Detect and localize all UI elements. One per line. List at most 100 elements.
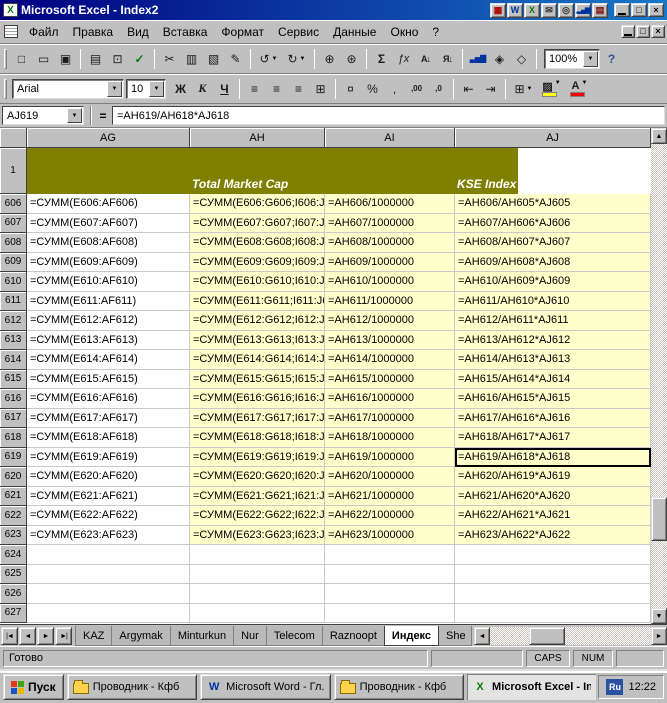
menu-item[interactable]: Вид [120, 22, 156, 42]
sheet-tab[interactable]: Raznoopt [322, 626, 385, 646]
cell-ah[interactable]: =СУММ(E621:G621;I621:J6 [190, 487, 325, 507]
cell-aj[interactable]: =AH614/AH613*AJ613 [455, 350, 651, 370]
print-icon[interactable]: ▤ [85, 48, 106, 70]
column-header-aj[interactable]: AJ [455, 128, 651, 148]
align-center-icon[interactable]: ≡ [266, 78, 287, 100]
column-header-ai[interactable]: AI [325, 128, 455, 148]
cell-ai[interactable]: =AH607/1000000 [325, 214, 455, 234]
cell-ai[interactable]: =AH621/1000000 [325, 487, 455, 507]
start-button[interactable]: Пуск [3, 674, 64, 700]
cell-ah[interactable]: =СУММ(E610:G610;I610:J6 [190, 272, 325, 292]
cell-aj[interactable] [455, 604, 651, 624]
cell-ah[interactable]: =СУММ(E620:G620;I620:J6 [190, 467, 325, 487]
cell-ai[interactable] [325, 545, 455, 565]
row-number[interactable]: 612 [0, 311, 27, 331]
row-number[interactable]: 606 [0, 194, 27, 214]
cell-ag[interactable]: =СУММ(E607:AF607) [27, 214, 190, 234]
cell-aj[interactable]: =AH619/AH618*AJ618 [455, 448, 651, 468]
chart-mini-icon[interactable]: ▂▄▆ [575, 3, 591, 18]
cell-ag[interactable]: =СУММ(E614:AF614) [27, 350, 190, 370]
workbook-restore-button[interactable]: □ [636, 25, 650, 38]
cell-aj[interactable]: =AH616/AH615*AJ615 [455, 389, 651, 409]
drawing-icon[interactable]: ◇ [511, 48, 532, 70]
row-number[interactable]: 624 [0, 545, 27, 565]
select-all-corner[interactable] [0, 128, 27, 148]
column-header-ag[interactable]: AG [27, 128, 190, 148]
toolbar-grip[interactable] [4, 49, 7, 69]
open-icon[interactable]: ▭ [33, 48, 54, 70]
spelling-icon[interactable]: ✓ [129, 48, 150, 70]
office-grid-icon[interactable]: ▦ [490, 3, 506, 18]
cell-ag[interactable]: =СУММ(E615:AF615) [27, 370, 190, 390]
cell-aj[interactable]: =AH606/AH605*AJ605 [455, 194, 651, 214]
vertical-scrollbar[interactable]: ▲ ▼ [651, 128, 667, 624]
cell-ai[interactable]: =AH616/1000000 [325, 389, 455, 409]
cell-ai[interactable]: =AH622/1000000 [325, 506, 455, 526]
horizontal-scroll-thumb[interactable] [529, 627, 565, 645]
chevron-down-icon[interactable]: ▼ [67, 108, 82, 123]
cell-ai[interactable]: =AH611/1000000 [325, 292, 455, 312]
sort-ascending-icon[interactable]: А↓ [415, 48, 436, 70]
clock[interactable]: 12:22 [628, 681, 656, 693]
cell-ah[interactable]: =СУММ(E619:G619;I619:J6 [190, 448, 325, 468]
cell-aj[interactable]: =AH623/AH622*AJ622 [455, 526, 651, 546]
row-number[interactable]: 608 [0, 233, 27, 253]
menu-item[interactable]: Окно [383, 22, 425, 42]
italic-button[interactable]: К [192, 78, 213, 100]
chevron-down-icon[interactable]: ▼ [583, 51, 598, 67]
zoom-select[interactable]: 100% ▼ [544, 49, 600, 69]
cell-ai[interactable]: =AH613/1000000 [325, 331, 455, 351]
cell-ah[interactable]: =СУММ(E613:G613;I613:J6 [190, 331, 325, 351]
cell-ai[interactable]: =AH614/1000000 [325, 350, 455, 370]
mail-icon[interactable]: ✉ [541, 3, 557, 18]
next-sheet-button[interactable]: ► [37, 627, 54, 645]
book-icon[interactable]: ▤ [592, 3, 608, 18]
font-color-icon[interactable]: А [566, 78, 593, 100]
row-number[interactable]: 609 [0, 253, 27, 273]
cell-ah[interactable]: =СУММ(E623:G623;I623:J6 [190, 526, 325, 546]
cell-ah[interactable]: =СУММ(E617:G617;I617:J6 [190, 409, 325, 429]
minimize-button[interactable] [614, 3, 630, 17]
menu-item[interactable]: Правка [66, 22, 121, 42]
excel-icon[interactable]: X [524, 3, 540, 18]
cell-aj[interactable]: =AH609/AH608*AJ608 [455, 253, 651, 273]
autosum-icon[interactable]: Σ [371, 48, 392, 70]
cell-aj1-kse-index[interactable]: KSE Index [455, 148, 518, 194]
row-number[interactable]: 623 [0, 526, 27, 546]
cell-ai[interactable]: =AH608/1000000 [325, 233, 455, 253]
workbook-minimize-button[interactable] [621, 25, 635, 38]
fill-color-icon[interactable]: ▨ [538, 78, 565, 100]
taskbar-button[interactable]: X Microsoft Excel - Ind... [467, 674, 595, 700]
word-icon[interactable]: W [507, 3, 523, 18]
cell-ah[interactable] [190, 545, 325, 565]
cell-aj[interactable]: =AH611/AH610*AJ610 [455, 292, 651, 312]
paste-function-icon[interactable]: ƒx [393, 48, 414, 70]
row-number[interactable]: 616 [0, 389, 27, 409]
cell-aj[interactable]: =AH617/AH616*AJ616 [455, 409, 651, 429]
copy-icon[interactable]: ▥ [181, 48, 202, 70]
decrease-indent-icon[interactable]: ⇤ [458, 78, 479, 100]
redo-icon[interactable]: ↻ [283, 48, 310, 70]
restore-button[interactable]: □ [631, 3, 647, 17]
menu-item[interactable]: Данные [326, 22, 383, 42]
paste-icon[interactable]: ▧ [203, 48, 224, 70]
row-number[interactable]: 619 [0, 448, 27, 468]
cell-ag[interactable] [27, 545, 190, 565]
cell-ah[interactable]: =СУММ(E614:G614;I614:J6 [190, 350, 325, 370]
cell-ah[interactable] [190, 604, 325, 624]
row-number[interactable]: 626 [0, 584, 27, 604]
cell-ah[interactable]: =СУММ(E616:G616;I616:J6 [190, 389, 325, 409]
horizontal-scroll-track[interactable] [490, 627, 651, 645]
map-icon[interactable]: ◈ [489, 48, 510, 70]
decrease-decimal-icon[interactable]: ,0 [428, 78, 449, 100]
close-button[interactable]: × [648, 3, 664, 17]
row-number[interactable]: 622 [0, 506, 27, 526]
cell-ah[interactable] [190, 584, 325, 604]
cell-ag[interactable]: =СУММ(E606:AF606) [27, 194, 190, 214]
merge-center-icon[interactable]: ⊞ [310, 78, 331, 100]
scroll-up-icon[interactable]: ▲ [651, 128, 667, 144]
sheet-tab[interactable]: She [438, 626, 472, 646]
cell-aj[interactable]: =AH618/AH617*AJ617 [455, 428, 651, 448]
cut-icon[interactable]: ✂ [159, 48, 180, 70]
save-icon[interactable]: ▣ [55, 48, 76, 70]
